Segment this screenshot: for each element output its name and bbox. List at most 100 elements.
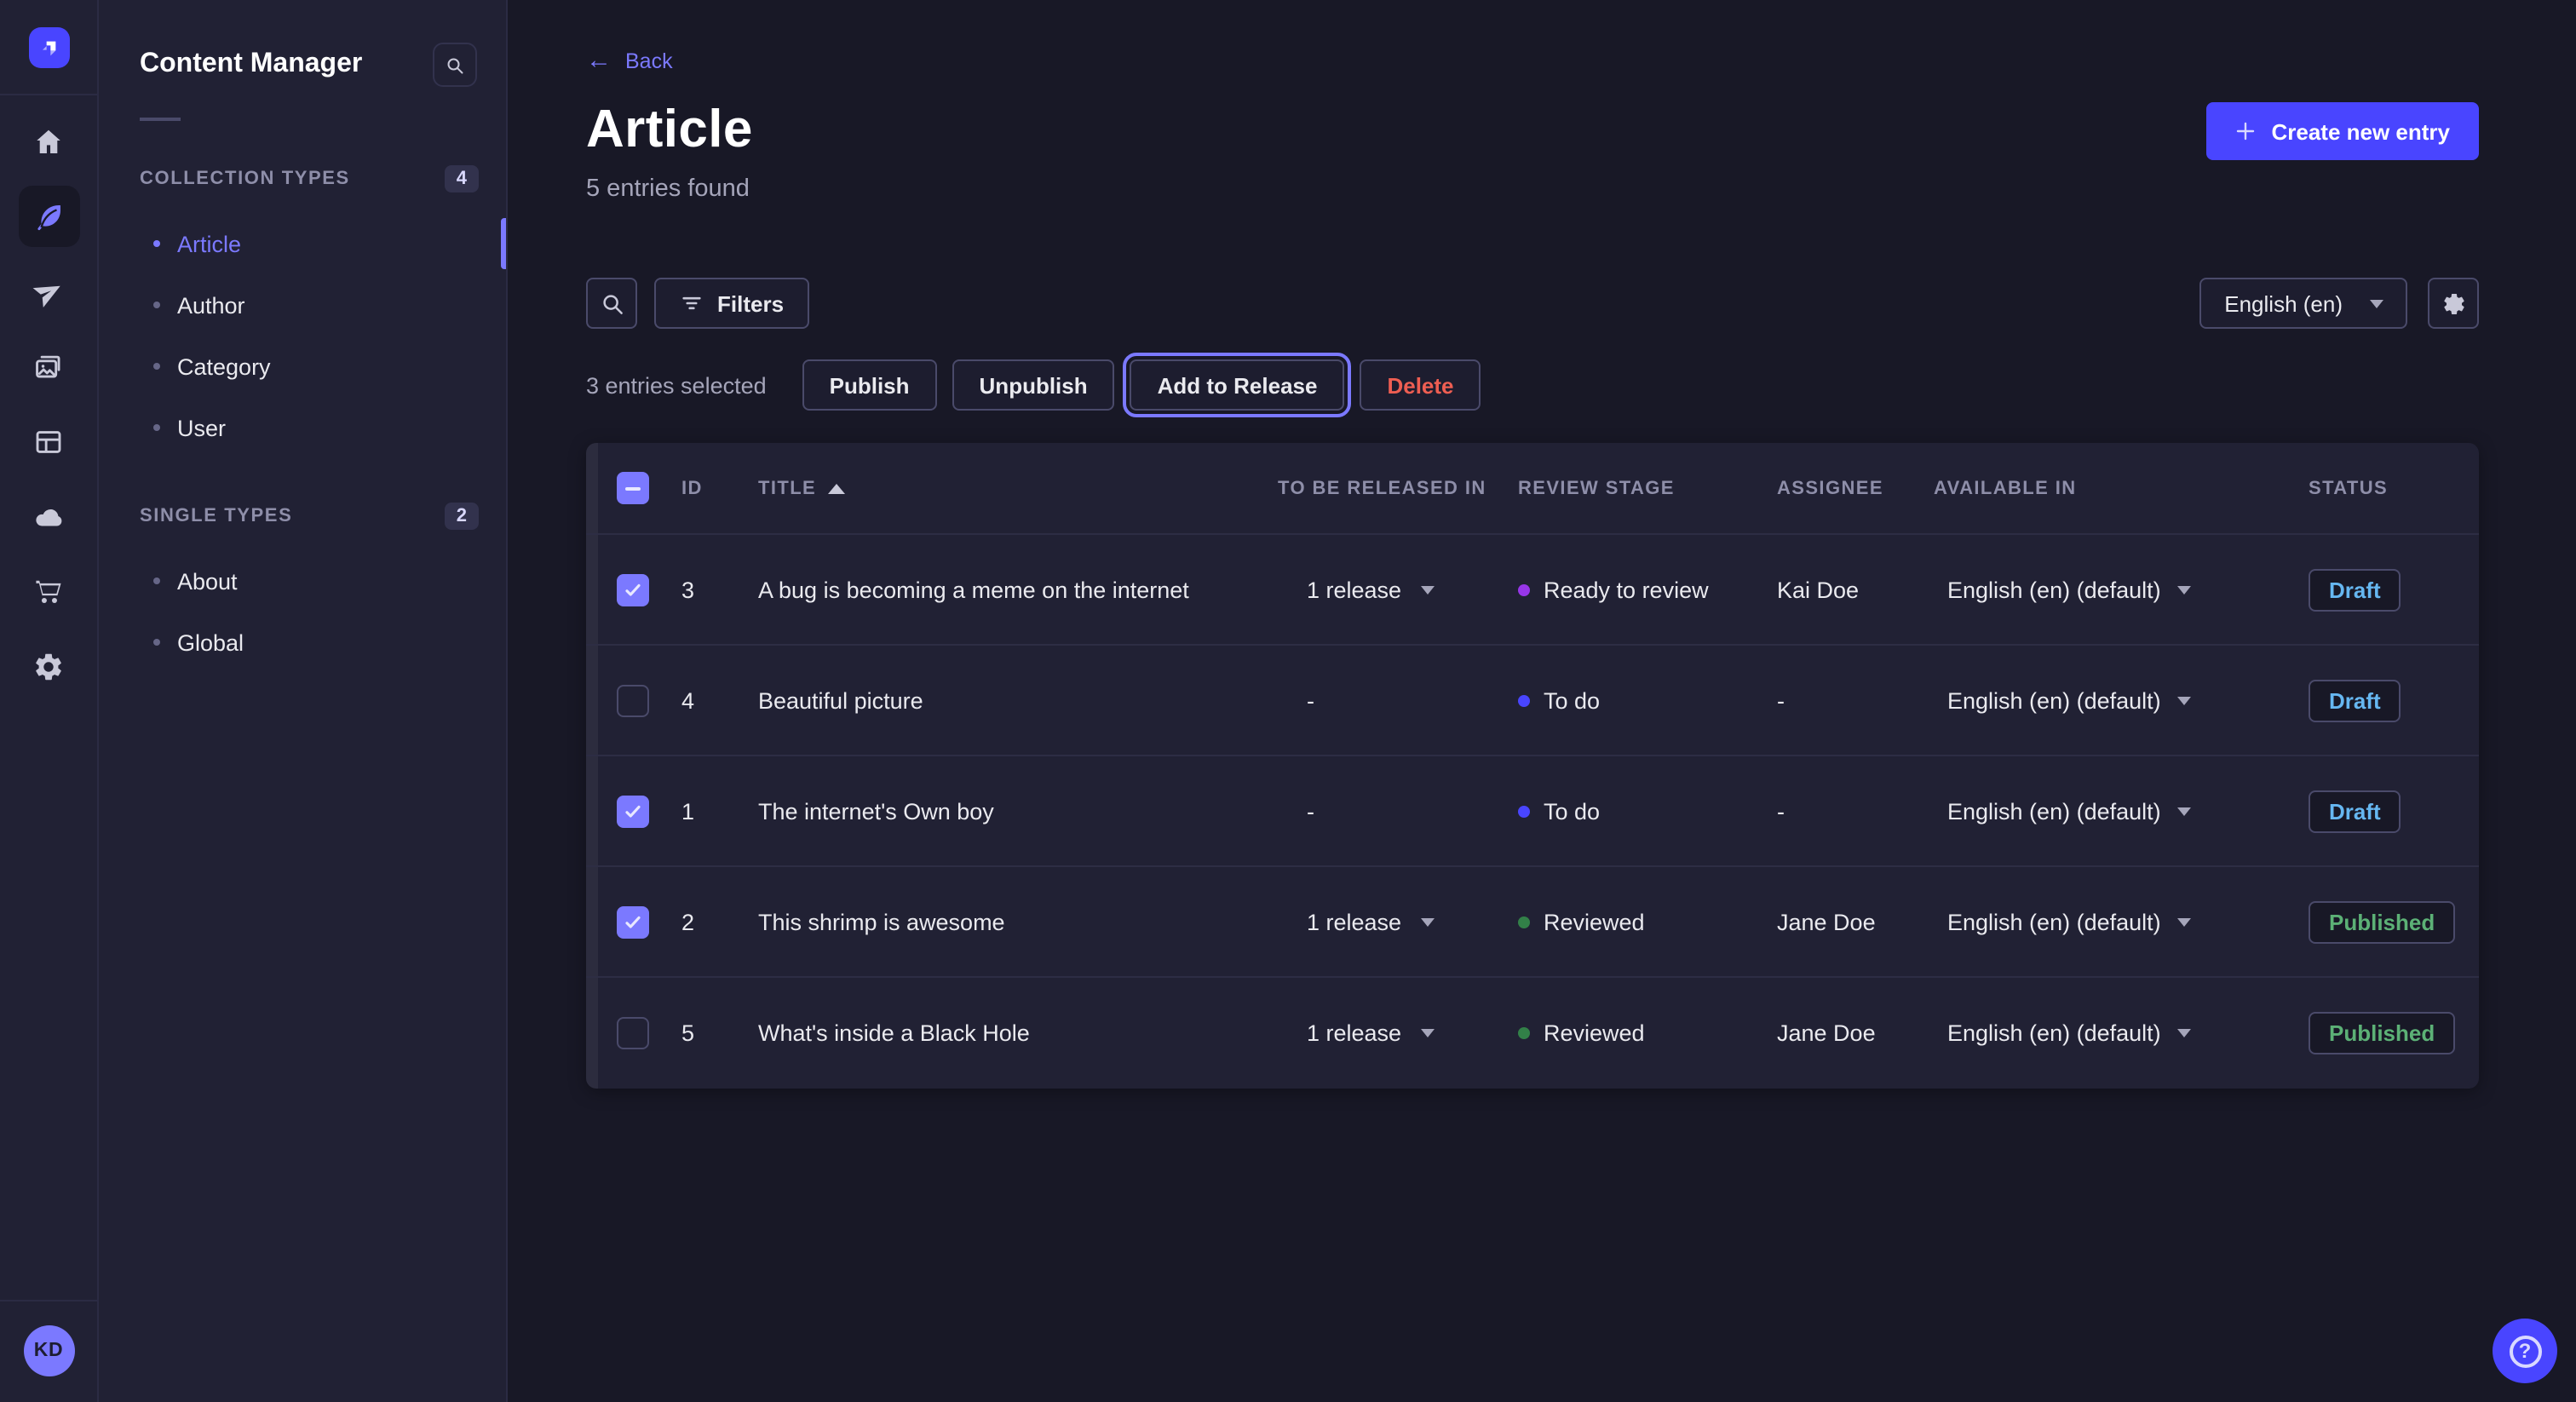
sidebar-item-global[interactable]: Global: [99, 612, 506, 673]
bullet-icon: [153, 639, 160, 646]
select-all-checkbox[interactable]: [617, 472, 649, 504]
release-count-label: 1 release: [1307, 1020, 1401, 1046]
rail-item-marketplace[interactable]: [18, 560, 79, 622]
cell-to-be-released-in[interactable]: 1 release: [1278, 909, 1518, 934]
sidebar-item-label: Global: [177, 629, 244, 655]
review-stage-label: To do: [1544, 687, 1600, 713]
sidebar-item-article[interactable]: Article: [99, 213, 506, 274]
sidebar-header: Content Manager: [99, 43, 506, 87]
search-button[interactable]: [586, 278, 637, 329]
locale-select[interactable]: English (en): [2199, 278, 2407, 329]
chevron-down-icon: [1420, 917, 1434, 926]
sidebar-title: Content Manager: [140, 49, 362, 80]
publish-button[interactable]: Publish: [802, 359, 937, 411]
sidebar-item-about[interactable]: About: [99, 550, 506, 612]
cell-to-be-released-in[interactable]: 1 release: [1278, 1020, 1518, 1046]
filters-button[interactable]: Filters: [654, 278, 809, 329]
delete-button[interactable]: Delete: [1360, 359, 1481, 411]
add-to-release-button[interactable]: Add to Release: [1130, 359, 1345, 411]
cell-status: Draft: [2309, 790, 2479, 832]
column-header-review-stage[interactable]: REVIEW STAGE: [1518, 478, 1777, 498]
avatar[interactable]: KD: [23, 1325, 74, 1376]
cell-assignee: -: [1777, 687, 1934, 713]
selection-bar: 3 entries selected Publish Unpublish Add t…: [586, 354, 2479, 416]
sidebar-item-label: Category: [177, 353, 271, 379]
table-row[interactable]: 1The internet's Own boy-To do-English (e…: [586, 756, 2479, 867]
sidebar-item-category[interactable]: Category: [99, 336, 506, 397]
cell-id: 3: [681, 577, 758, 602]
rail-item-settings[interactable]: [18, 635, 79, 697]
cell-title: A bug is becoming a meme on the internet: [758, 577, 1278, 602]
column-header-status[interactable]: STATUS: [2309, 478, 2479, 498]
status-badge: Published: [2309, 1012, 2455, 1054]
rail-item-media-library[interactable]: [18, 336, 79, 397]
locale-label: English (en) (default): [1947, 1020, 2161, 1046]
cell-review-stage: To do: [1518, 687, 1777, 713]
back-link[interactable]: ← Back: [586, 49, 673, 73]
cell-available-in[interactable]: English (en) (default): [1934, 577, 2309, 602]
help-button[interactable]: ?: [2493, 1319, 2557, 1383]
column-header-to-be-released-in[interactable]: TO BE RELEASED IN: [1278, 478, 1518, 498]
filters-label: Filters: [717, 290, 784, 316]
chevron-down-icon: [2178, 696, 2192, 704]
rail-item-deploy[interactable]: [18, 486, 79, 547]
sidebar-item-label: Article: [177, 231, 241, 256]
column-header-title[interactable]: TITLE: [758, 478, 1278, 498]
cell-status: Draft: [2309, 568, 2479, 611]
create-new-entry-button[interactable]: Create new entry: [2206, 102, 2479, 160]
strapi-logo[interactable]: [28, 27, 69, 68]
cell-title: The internet's Own boy: [758, 798, 1278, 824]
cell-status: Published: [2309, 1012, 2479, 1054]
sidebar-item-author[interactable]: Author: [99, 274, 506, 336]
selection-count: 3 entries selected: [586, 372, 767, 398]
rail-item-home[interactable]: [18, 111, 79, 172]
column-header-label: TO BE RELEASED IN: [1278, 478, 1486, 498]
cell-available-in[interactable]: English (en) (default): [1934, 1020, 2309, 1046]
rail-icon-list: [18, 111, 79, 697]
gear-icon: [2441, 290, 2466, 316]
table-row[interactable]: 4Beautiful picture-To do-English (en) (d…: [586, 646, 2479, 756]
chevron-down-icon: [2178, 917, 2192, 926]
unpublish-button[interactable]: Unpublish: [952, 359, 1115, 411]
sidebar-item-user[interactable]: User: [99, 397, 506, 458]
cell-to-be-released-in[interactable]: 1 release: [1278, 577, 1518, 602]
cell-available-in[interactable]: English (en) (default): [1934, 798, 2309, 824]
indeterminate-dash-icon: [625, 486, 641, 490]
content-manager-sidebar: Content Manager COLLECTION TYPES4Article…: [99, 0, 508, 1402]
row-checkbox[interactable]: [617, 795, 649, 827]
cell-to-be-released-in: -: [1278, 798, 1518, 824]
cell-assignee: Jane Doe: [1777, 1020, 1934, 1046]
table-row[interactable]: 3A bug is becoming a meme on the interne…: [586, 535, 2479, 646]
cell-assignee: -: [1777, 798, 1934, 824]
media-library-icon: [32, 350, 65, 382]
cell-id: 5: [681, 1020, 758, 1046]
status-badge: Published: [2309, 900, 2455, 943]
row-checkbox[interactable]: [617, 573, 649, 606]
table-row[interactable]: 5What's inside a Black Hole1 releaseRevi…: [586, 978, 2479, 1089]
column-header-id[interactable]: ID: [681, 478, 758, 498]
column-header-available-in[interactable]: AVAILABLE IN: [1934, 478, 2309, 498]
sidebar-search-button[interactable]: [433, 43, 477, 87]
chevron-down-icon: [2178, 807, 2192, 815]
rail-item-content-manager[interactable]: [18, 186, 79, 247]
releases-icon: [32, 275, 65, 307]
row-checkbox[interactable]: [617, 905, 649, 938]
cell-available-in[interactable]: English (en) (default): [1934, 909, 2309, 934]
cell-title: This shrimp is awesome: [758, 909, 1278, 934]
column-header-label: TITLE: [758, 478, 816, 498]
view-settings-button[interactable]: [2428, 278, 2479, 329]
column-header-assignee[interactable]: ASSIGNEE: [1777, 478, 1934, 498]
table-row[interactable]: 2This shrimp is awesome1 releaseReviewed…: [586, 867, 2479, 978]
rail-divider: [0, 1300, 98, 1301]
rail-item-content-type-builder[interactable]: [18, 411, 79, 472]
back-label: Back: [625, 49, 673, 73]
row-checkbox[interactable]: [617, 1017, 649, 1049]
bullet-icon: [153, 240, 160, 247]
chevron-down-icon: [2370, 299, 2383, 307]
row-checkbox[interactable]: [617, 684, 649, 716]
search-icon: [599, 290, 624, 316]
cell-to-be-released-in: -: [1278, 687, 1518, 713]
cell-id: 4: [681, 687, 758, 713]
cell-available-in[interactable]: English (en) (default): [1934, 687, 2309, 713]
rail-item-releases[interactable]: [18, 261, 79, 322]
